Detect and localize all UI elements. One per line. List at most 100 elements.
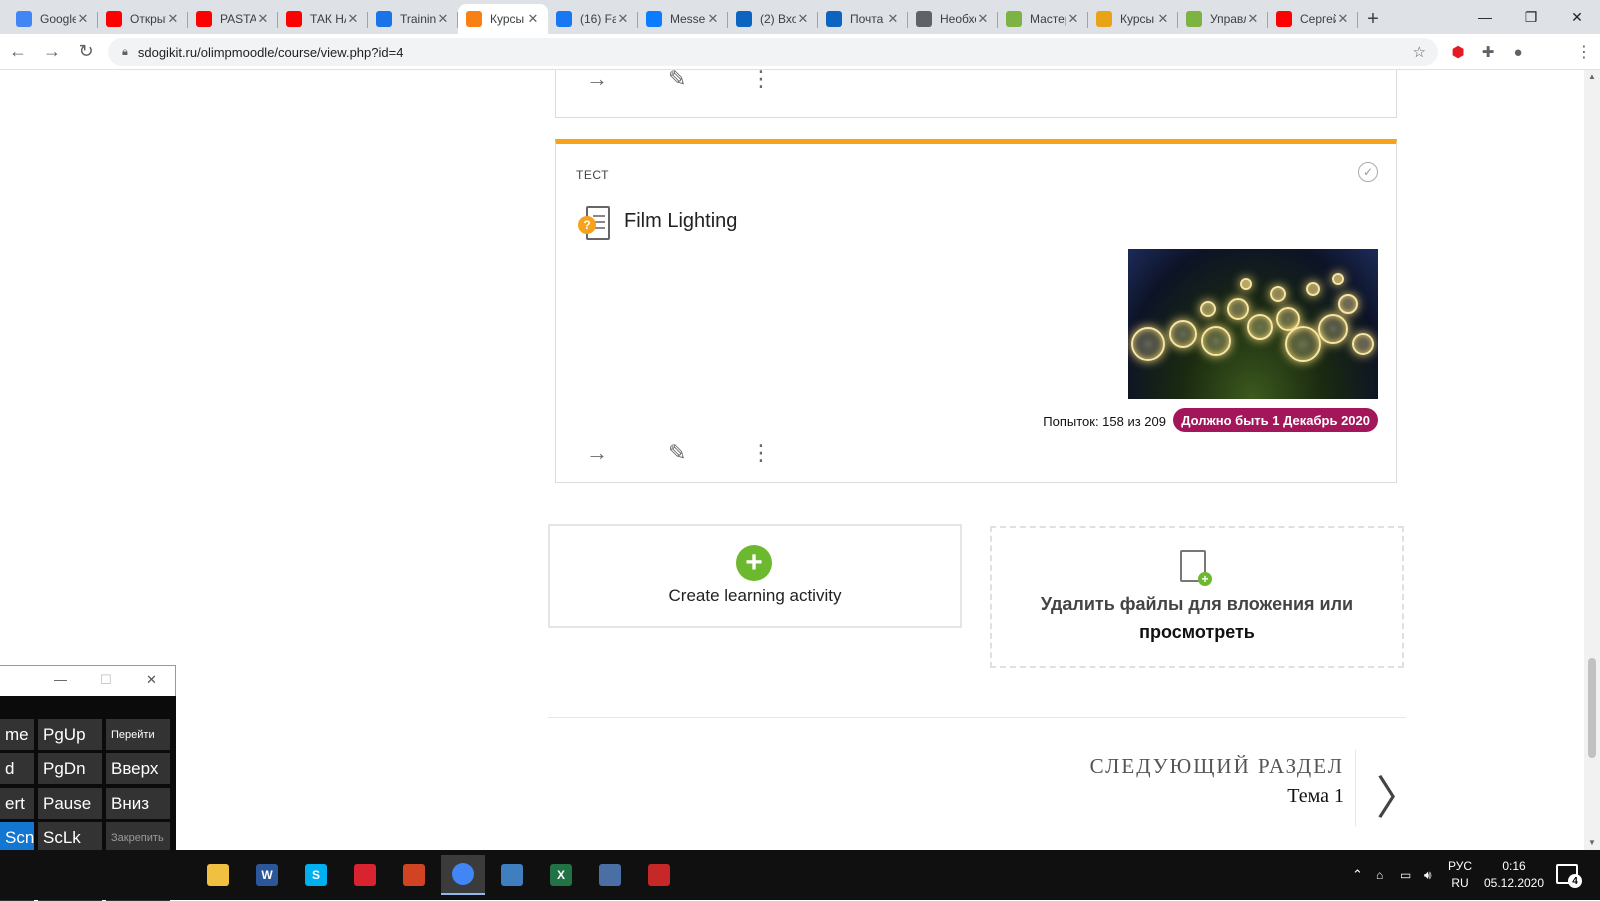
browser-tab[interactable]: PASTA ✕ <box>188 4 278 34</box>
lock-icon[interactable]: 🔒︎ <box>122 46 128 59</box>
osk-key[interactable]: PgDn <box>38 753 102 784</box>
browser-tab[interactable]: Открыть✕ <box>98 4 188 34</box>
recorder-icon[interactable] <box>588 855 632 895</box>
browser-tab[interactable]: Google ✕ <box>8 4 98 34</box>
restore-icon[interactable]: ❐ <box>1508 0 1554 34</box>
minimize-icon[interactable]: — <box>1462 0 1508 34</box>
osk-key[interactable]: d <box>0 753 34 784</box>
excel-icon[interactable]: X <box>539 855 583 895</box>
browser-tab[interactable]: Курсы ✕ <box>1088 4 1178 34</box>
lang-bottom: RU <box>1451 876 1469 890</box>
word-icon[interactable]: W <box>245 855 289 895</box>
close-tab-icon[interactable]: ✕ <box>976 11 990 27</box>
osk-close-icon[interactable]: ✕ <box>146 672 157 688</box>
network-icon[interactable]: ⌂ <box>1376 850 1383 900</box>
browser-tab[interactable]: Мастер✕ <box>998 4 1088 34</box>
activity-actions: → ✎ ⋮ <box>586 70 832 92</box>
close-tab-icon[interactable]: ✕ <box>796 11 810 27</box>
close-tab-icon[interactable]: ✕ <box>166 11 180 27</box>
bookmark-star-icon[interactable]: ☆ <box>1413 43 1426 61</box>
completion-check-icon[interactable]: ✓ <box>1358 162 1378 182</box>
forward-icon[interactable]: → <box>36 36 68 68</box>
move-arrow-icon[interactable]: → <box>586 70 668 92</box>
browser-tab[interactable]: (2) Входящие✕ <box>728 4 818 34</box>
osk-key[interactable]: Перейти <box>106 719 170 750</box>
more-options-icon[interactable]: ⋮ <box>750 70 832 92</box>
close-tab-icon[interactable]: ✕ <box>886 11 900 27</box>
close-tab-icon[interactable]: ✕ <box>706 11 720 27</box>
show-hidden-icons[interactable]: ⌃ <box>1352 850 1363 900</box>
taskbar-app-glyph: X <box>550 864 572 886</box>
explorer-icon[interactable] <box>196 855 240 895</box>
browser-tab[interactable]: Messenger✕ <box>638 4 728 34</box>
back-icon[interactable]: ← <box>2 36 34 68</box>
close-tab-icon[interactable]: ✕ <box>1156 11 1170 27</box>
close-tab-icon[interactable]: ✕ <box>526 11 540 27</box>
scrollbar-thumb[interactable] <box>1588 658 1596 758</box>
close-tab-icon[interactable]: ✕ <box>1336 11 1350 27</box>
osk-key[interactable]: ert <box>0 788 34 819</box>
adblock-icon[interactable]: ⬢ <box>1446 40 1470 64</box>
browser-tab[interactable]: (16) Facebook✕ <box>548 4 638 34</box>
edit-pencil-icon[interactable]: ✎ <box>668 440 750 466</box>
close-tab-icon[interactable]: ✕ <box>436 11 450 27</box>
chrome-icon[interactable] <box>441 855 485 895</box>
book-icon[interactable] <box>637 855 681 895</box>
osk-key[interactable]: Scn <box>0 822 34 853</box>
edit-pencil-icon[interactable]: ✎ <box>668 70 750 92</box>
dropzone-browse-link[interactable]: просмотреть <box>992 618 1402 646</box>
notification-center-icon[interactable]: 4 <box>1556 864 1582 888</box>
browser-menu-icon[interactable]: ⋮ <box>1576 42 1592 62</box>
osk-maximize-icon[interactable]: ☐ <box>100 672 112 688</box>
osk-minimize-icon[interactable]: — <box>54 672 67 687</box>
scroll-up-icon[interactable]: ▲ <box>1588 72 1596 81</box>
browser-tab[interactable]: Training✕ <box>368 4 458 34</box>
osk-key[interactable]: Закрепить <box>106 822 170 853</box>
osk-key[interactable]: PgUp <box>38 719 102 750</box>
browser-tab[interactable]: Управление✕ <box>1178 4 1268 34</box>
clock[interactable]: 0:16 05.12.2020 <box>1483 858 1545 892</box>
reload-icon[interactable]: ↻ <box>70 36 102 68</box>
next-section-link[interactable]: СЛЕДУЮЩИЙ РАЗДЕЛ Тема 1 <box>1090 754 1344 808</box>
more-options-icon[interactable]: ⋮ <box>750 440 832 466</box>
browser-tab[interactable]: Почта ✕ <box>818 4 908 34</box>
osk-key[interactable]: Вверх <box>106 753 170 784</box>
osk-key[interactable]: Pause <box>38 788 102 819</box>
move-arrow-icon[interactable]: → <box>586 440 668 466</box>
browser-tab[interactable]: ТАК НАДО✕ <box>278 4 368 34</box>
light-orb <box>1240 278 1252 290</box>
close-tab-icon[interactable]: ✕ <box>1066 11 1080 27</box>
browser-tab[interactable]: Курсы ✕ <box>458 4 548 34</box>
next-section-separator <box>1355 750 1356 826</box>
quiz-activity-card: ТЕСТ ✓ ? Film Lighting Попыток: 158 из 2… <box>555 139 1397 483</box>
battery-icon[interactable]: ▭ <box>1400 850 1411 900</box>
powerpoint-icon[interactable] <box>392 855 436 895</box>
browser-tab[interactable]: Сергей ✕ <box>1268 4 1358 34</box>
browser-tab[interactable]: Необходимо✕ <box>908 4 998 34</box>
extensions-icon[interactable]: ✚ <box>1476 40 1500 64</box>
taskbar-app-glyph <box>648 864 670 886</box>
volume-icon[interactable]: 🔊︎ <box>1424 850 1432 900</box>
close-tab-icon[interactable]: ✕ <box>346 11 360 27</box>
remote-desktop-icon[interactable] <box>490 855 534 895</box>
new-tab-button[interactable]: + <box>1358 4 1388 34</box>
close-window-icon[interactable]: ✕ <box>1554 0 1600 34</box>
osk-key[interactable]: Вниз <box>106 788 170 819</box>
address-bar[interactable]: 🔒︎ sdogikit.ru/olimpmoodle/course/view.p… <box>108 38 1438 66</box>
chevron-right-icon[interactable]: 〉 <box>1376 762 1422 828</box>
profile-icon[interactable]: ● <box>1506 40 1530 64</box>
file-dropzone[interactable]: + Удалить файлы для вложения или просмот… <box>990 526 1404 668</box>
close-tab-icon[interactable]: ✕ <box>1246 11 1260 27</box>
osk-key[interactable]: me <box>0 719 34 750</box>
language-indicator[interactable]: РУС RU <box>1448 858 1472 892</box>
close-tab-icon[interactable]: ✕ <box>76 11 90 27</box>
close-tab-icon[interactable]: ✕ <box>256 11 270 27</box>
create-activity-button[interactable]: + Create learning activity <box>548 524 962 628</box>
close-tab-icon[interactable]: ✕ <box>616 11 630 27</box>
page-scrollbar[interactable]: ▲ ▼ <box>1584 70 1600 850</box>
quiz-title-link[interactable]: Film Lighting <box>624 210 737 233</box>
scroll-down-icon[interactable]: ▼ <box>1588 838 1596 847</box>
osk-key[interactable]: ScLk <box>38 822 102 853</box>
reader-icon[interactable] <box>343 855 387 895</box>
skype-icon[interactable]: S <box>294 855 338 895</box>
